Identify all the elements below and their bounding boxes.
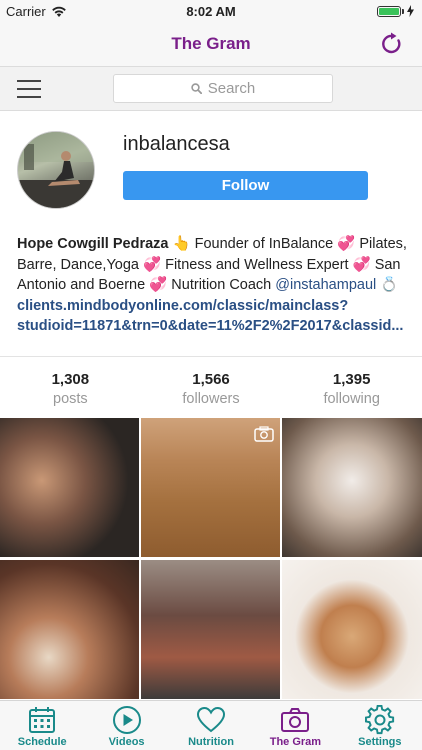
- stat-label: posts: [53, 391, 88, 407]
- tab-schedule[interactable]: Schedule: [0, 701, 84, 750]
- stat-posts[interactable]: 1,308 posts: [0, 357, 141, 418]
- menu-icon[interactable]: [17, 80, 41, 98]
- status-bar: Carrier 8:02 AM: [0, 0, 422, 22]
- photo-tile[interactable]: [141, 560, 280, 699]
- bio-ring: 💍: [376, 277, 399, 293]
- stat-value: 1,566: [192, 371, 230, 388]
- tab-settings[interactable]: Settings: [338, 701, 422, 750]
- search-placeholder: Search: [207, 80, 256, 97]
- tab-label: Nutrition: [188, 736, 234, 748]
- stat-label: followers: [182, 391, 240, 407]
- profile-stats: 1,308 posts 1,566 followers 1,395 follow…: [0, 356, 422, 418]
- tab-nutrition[interactable]: Nutrition: [169, 701, 253, 750]
- search-bar: Search: [0, 66, 422, 111]
- bio-website-link[interactable]: clients.mindbodyonline.com/classic/mainc…: [17, 296, 407, 317]
- tab-label: Videos: [108, 736, 145, 748]
- battery-icon: [377, 5, 401, 17]
- search-input[interactable]: Search: [113, 74, 333, 103]
- avatar-photo: [18, 132, 94, 208]
- tab-label: Settings: [358, 736, 402, 748]
- tab-videos[interactable]: Videos: [84, 701, 168, 750]
- stat-label: following: [323, 391, 380, 407]
- avatar[interactable]: [17, 131, 95, 209]
- stat-following[interactable]: 1,395 following: [281, 357, 422, 418]
- navigation-bar: The Gram: [0, 22, 422, 66]
- clock: 8:02 AM: [186, 4, 236, 19]
- battery-indicator: [377, 5, 414, 17]
- charging-icon: [407, 5, 414, 17]
- photo-tile[interactable]: [0, 560, 139, 699]
- photo-tile[interactable]: [282, 418, 422, 557]
- photo-tile[interactable]: [282, 560, 422, 699]
- tab-the-gram[interactable]: The Gram: [253, 701, 337, 750]
- follow-button[interactable]: Follow: [123, 171, 368, 200]
- camera-icon: [281, 708, 310, 732]
- stat-value: 1,395: [332, 371, 371, 388]
- tab-label: Schedule: [17, 736, 67, 748]
- bio-name: Hope Cowgill Pedraza: [17, 236, 169, 252]
- page-title: The Gram: [171, 34, 251, 53]
- profile-username: inbalancesa: [123, 133, 230, 155]
- bio-website-link-cont[interactable]: studioid=11871&trn=0&date=11%2F2%2F2017&…: [17, 316, 407, 337]
- photo-tile[interactable]: [0, 418, 139, 557]
- heart-icon: [197, 706, 226, 733]
- profile-bio: Hope Cowgill Pedraza 👆 Founder of InBala…: [17, 234, 407, 337]
- stat-followers[interactable]: 1,566 followers: [141, 357, 282, 418]
- bio-mention-link[interactable]: @instahampaul: [275, 277, 376, 293]
- search-icon: [191, 83, 202, 94]
- calendar-icon: [29, 707, 56, 733]
- video-icon: [254, 426, 274, 442]
- photo-grid: [0, 418, 422, 700]
- photo-tile[interactable]: [141, 418, 280, 557]
- play-icon: [112, 706, 141, 734]
- tab-bar: Schedule Videos Nutrition The Gram Setti…: [0, 700, 422, 750]
- refresh-icon[interactable]: [380, 32, 404, 56]
- gear-icon: [364, 705, 394, 735]
- tab-label: The Gram: [269, 736, 322, 748]
- stat-value: 1,308: [51, 371, 90, 388]
